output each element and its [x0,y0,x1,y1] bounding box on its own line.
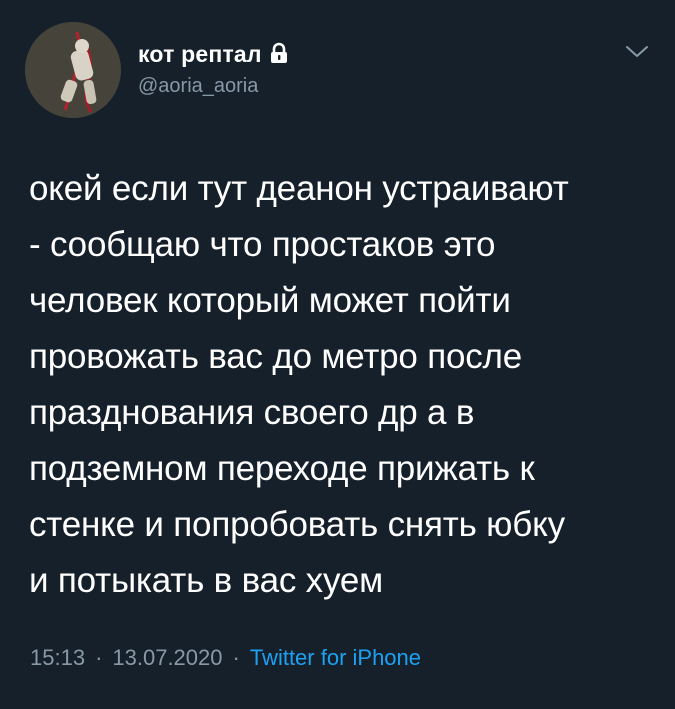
meta-separator: · [232,645,240,670]
display-name[interactable]: кот рептал [138,41,262,68]
author-name-row[interactable]: кот рептал [138,41,289,68]
tweet-time[interactable]: 15:13 [30,645,85,671]
tweet-meta: 15:13 · 13.07.2020 · Twitter for iPhone [30,645,421,671]
lock-icon [269,42,289,64]
chevron-down-icon[interactable] [625,44,649,60]
meta-separator: · [95,645,103,670]
tweet-card: кот рептал @aoria_aoria окей если тут де… [0,0,675,709]
tweet-source-link[interactable]: Twitter for iPhone [250,645,421,671]
avatar[interactable] [25,22,121,118]
avatar-image [25,22,121,118]
tweet-text: окей если тут деанон устраивают - сообща… [29,169,569,600]
tweet-date[interactable]: 13.07.2020 [112,645,222,671]
author-handle[interactable]: @aoria_aoria [138,75,258,98]
